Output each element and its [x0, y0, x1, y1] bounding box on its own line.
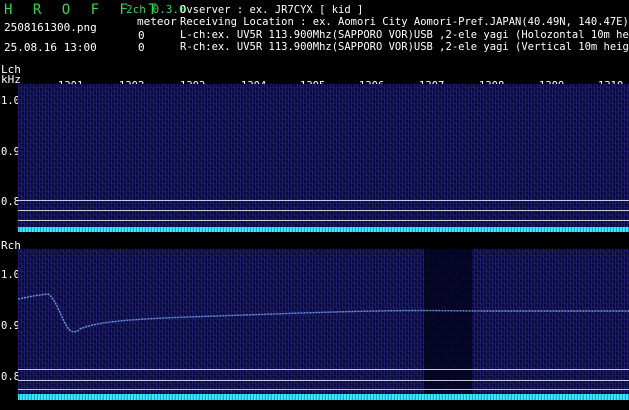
lch-ref-line — [18, 220, 629, 221]
rch-info: R-ch:ex. UV5R 113.900Mhz(SAPPORO VOR)USB… — [180, 41, 629, 53]
lch-noise-floor — [18, 227, 629, 232]
rch-signal-trace — [18, 293, 629, 333]
rch-ref-line — [18, 380, 629, 381]
rch-ref-line — [18, 369, 629, 370]
lch-ref-line — [18, 200, 629, 201]
observer-info: Ovserver : ex. JR7CYX [ kid ] — [180, 4, 364, 16]
date-time: 25.08.16 13:00 — [4, 41, 97, 54]
lch-spectrogram — [18, 84, 629, 232]
meteor-label: meteor — [137, 15, 177, 28]
rch-spectrogram — [18, 249, 629, 400]
lch-ref-line — [18, 210, 629, 211]
file-name: 2508161300.png — [4, 21, 97, 34]
rch-ref-line — [18, 389, 629, 390]
lch-info: L-ch:ex. UV5R 113.900Mhz(SAPPORO VOR)USB… — [180, 29, 629, 41]
meteor-count-rch: 0 — [138, 41, 145, 54]
rch-noise-floor — [18, 394, 629, 400]
location-info: Receiving Location : ex. Aomori City Aom… — [180, 16, 629, 28]
